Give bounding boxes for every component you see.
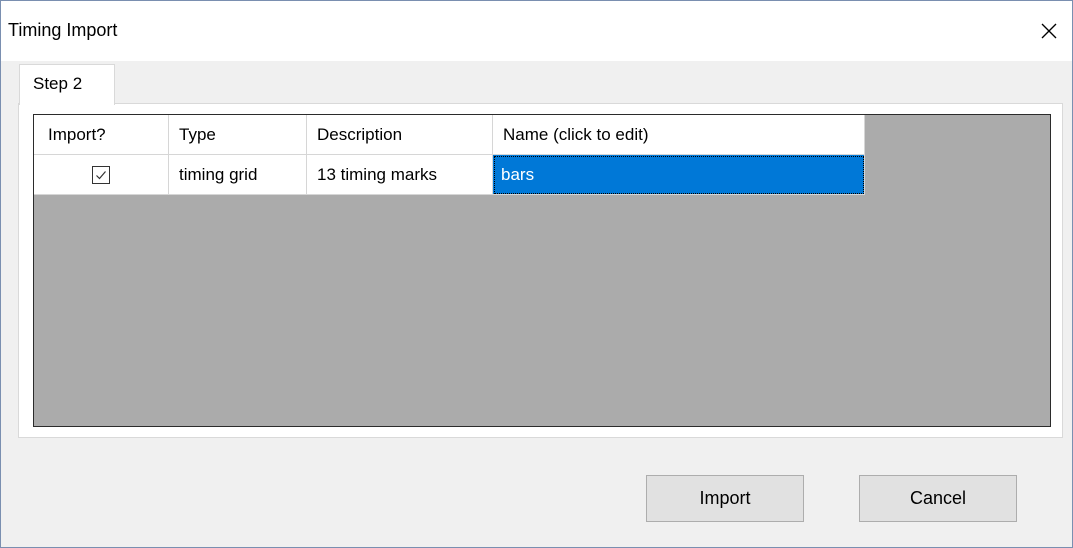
- close-button[interactable]: [1026, 1, 1072, 61]
- column-header-description[interactable]: Description: [307, 115, 493, 155]
- import-grid[interactable]: Import? Type Description Name (click to …: [33, 114, 1051, 427]
- type-cell[interactable]: timing grid: [169, 155, 307, 195]
- table-row[interactable]: timing grid 13 timing marks bars: [34, 155, 865, 195]
- column-header-import[interactable]: Import?: [34, 115, 169, 155]
- import-cell[interactable]: [34, 155, 169, 195]
- name-cell[interactable]: bars: [493, 155, 865, 195]
- cancel-button[interactable]: Cancel: [859, 475, 1017, 522]
- grid-header: Import? Type Description Name (click to …: [34, 115, 865, 155]
- import-checkbox[interactable]: [92, 165, 110, 184]
- description-cell[interactable]: 13 timing marks: [307, 155, 493, 195]
- tab-label: Step 2: [33, 74, 83, 93]
- import-button[interactable]: Import: [646, 475, 804, 522]
- close-icon: [1041, 23, 1057, 39]
- tab-step-2[interactable]: Step 2: [19, 64, 115, 105]
- title-bar: Timing Import: [1, 1, 1072, 61]
- column-header-name[interactable]: Name (click to edit): [493, 115, 865, 155]
- window-title: Timing Import: [8, 20, 118, 40]
- check-icon: [96, 170, 106, 179]
- column-header-type[interactable]: Type: [169, 115, 307, 155]
